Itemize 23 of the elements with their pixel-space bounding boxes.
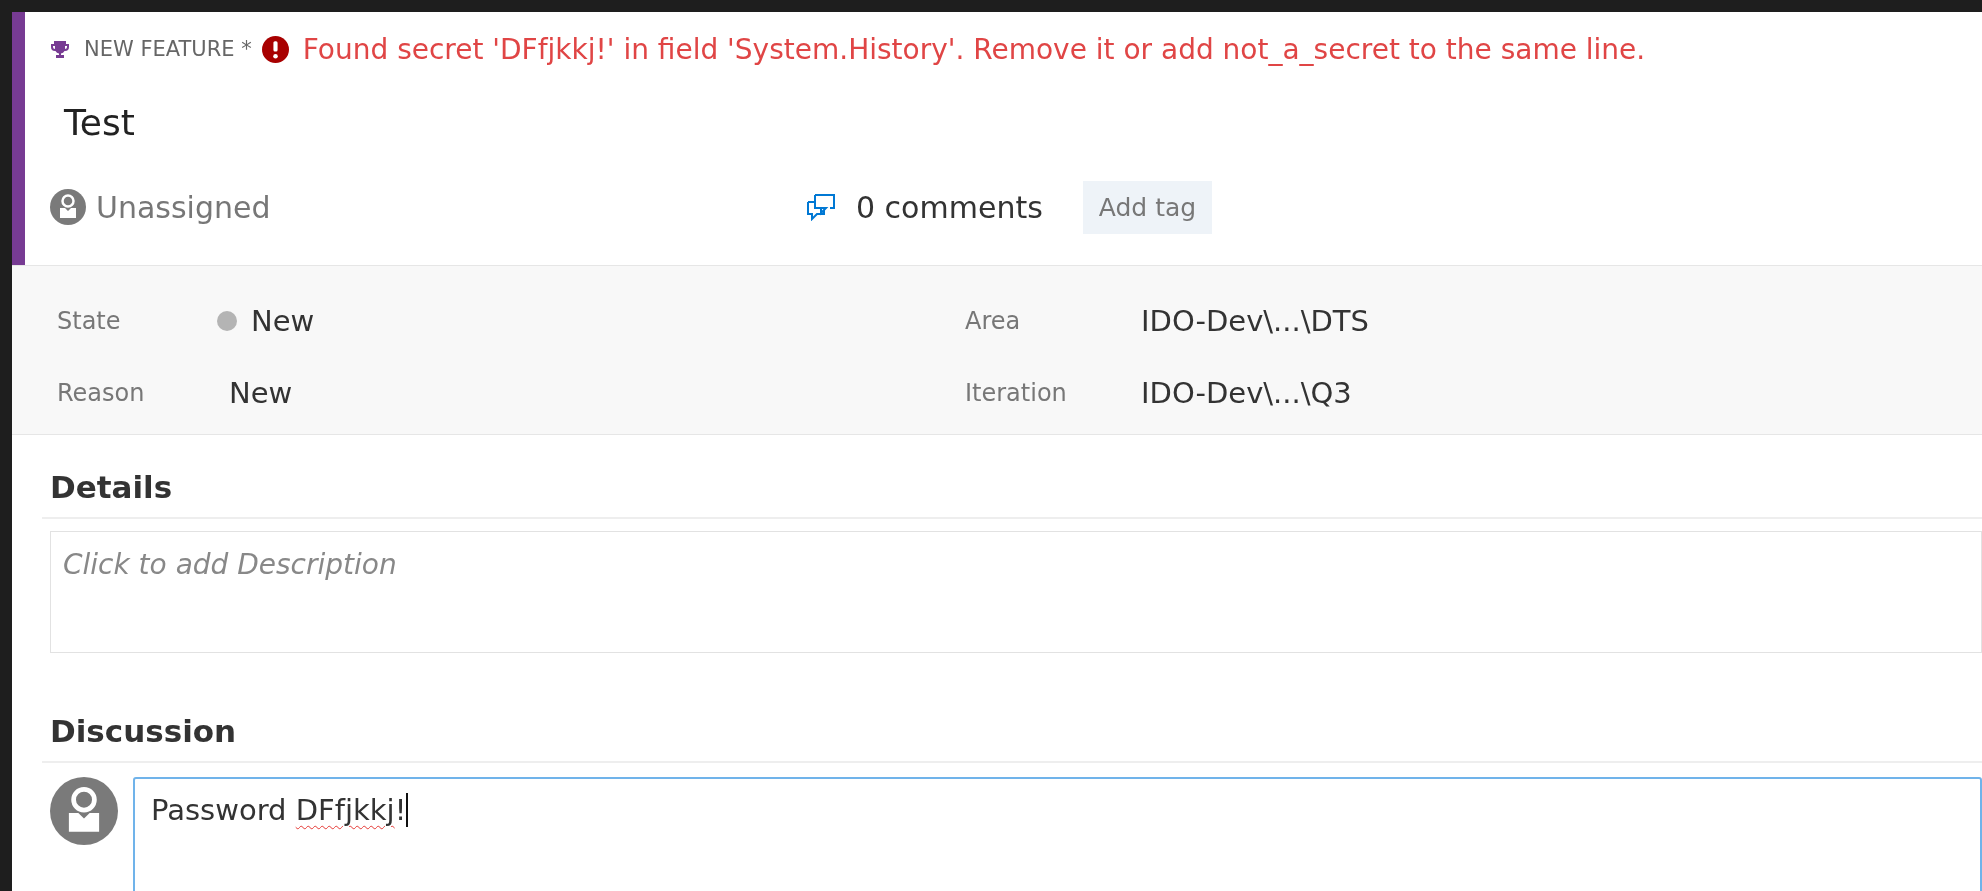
- comments-icon: [806, 193, 836, 221]
- field-value[interactable]: IDO-Dev\...\Q3: [1141, 376, 1352, 410]
- field-value[interactable]: IDO-Dev\...\DTS: [1141, 304, 1369, 338]
- error-message: Found secret 'DFfjkkj!' in field 'System.History'. Remove it or add not_a_secret to the same line.: [302, 32, 1646, 66]
- section-heading: Details: [50, 468, 174, 507]
- field-label: Iteration: [965, 379, 1068, 407]
- error-icon: [261, 35, 289, 63]
- field-label: Reason: [57, 379, 146, 407]
- work-item-type: NEW FEATURE *: [84, 37, 252, 61]
- comments-link[interactable]: 0 comments: [856, 189, 1043, 225]
- field-value[interactable]: New: [229, 376, 293, 410]
- description-field[interactable]: Click to add Description: [50, 531, 1982, 653]
- field-label: Area: [965, 307, 1022, 335]
- work-item-title[interactable]: Test: [64, 102, 1982, 146]
- avatar-icon: [50, 777, 118, 845]
- assignee-label[interactable]: Unassigned: [96, 189, 806, 225]
- state-value[interactable]: New: [251, 304, 315, 338]
- comment-field[interactable]: Password DFfjkkj!: [133, 777, 1982, 891]
- add-tag-button[interactable]: Add tag: [1082, 180, 1213, 234]
- field-label: State: [57, 307, 122, 335]
- section-heading: Discussion: [50, 712, 238, 751]
- avatar-icon: [50, 189, 86, 225]
- trophy-icon: [50, 39, 70, 59]
